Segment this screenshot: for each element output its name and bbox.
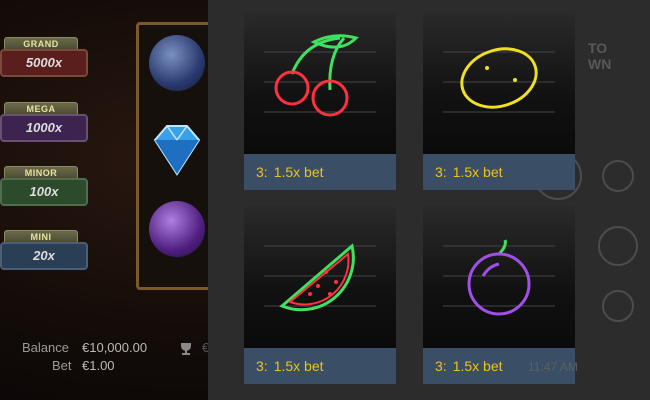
card-scene bbox=[423, 206, 575, 348]
clock-time: 11:47 AM bbox=[528, 360, 578, 374]
card-scene bbox=[423, 12, 575, 154]
ghost-button-icon bbox=[602, 160, 634, 192]
payout-count: 3: bbox=[256, 358, 268, 374]
lemon-icon bbox=[443, 47, 555, 113]
bet-label: Bet bbox=[52, 358, 72, 373]
ethereum-coin-icon bbox=[149, 201, 205, 257]
payout-amount: 1.5x bet bbox=[273, 358, 324, 374]
paytable-card-cherry: 3: 1.5x bet bbox=[244, 12, 396, 190]
payout-amount: 1.5x bet bbox=[452, 358, 503, 374]
balance-value: €10,000.00 bbox=[82, 340, 148, 355]
cherry-icon bbox=[264, 34, 376, 117]
ghost-label: TO WN bbox=[588, 40, 612, 72]
slot-reel bbox=[136, 22, 218, 290]
payout-amount: 1.5x bet bbox=[273, 164, 324, 180]
payout-count: 3: bbox=[256, 164, 268, 180]
card-scene bbox=[244, 206, 396, 348]
jackpot-minor-value: 100x bbox=[0, 178, 88, 206]
payout-amount: 1.5x bet bbox=[452, 164, 503, 180]
jackpot-grand-value: 5000x bbox=[0, 49, 88, 77]
jackpot-mega-value: 1000x bbox=[0, 114, 88, 142]
ghost-button-icon bbox=[598, 226, 638, 266]
payout-count: 3: bbox=[435, 164, 447, 180]
balance-label: Balance bbox=[22, 340, 69, 355]
paytable-card-plum: 3: 1.5x bet bbox=[423, 206, 575, 384]
diamond-icon bbox=[153, 125, 201, 176]
payout-bar: 3: 1.5x bet bbox=[244, 154, 396, 190]
ghost-button-icon bbox=[602, 290, 634, 322]
paytable-card-watermelon: 3: 1.5x bet bbox=[244, 206, 396, 384]
trophy-icon bbox=[181, 343, 191, 355]
payout-bar: 3: 1.5x bet bbox=[244, 348, 396, 384]
bet-value: €1.00 bbox=[82, 358, 115, 373]
payout-count: 3: bbox=[435, 358, 447, 374]
plum-icon bbox=[443, 239, 555, 316]
paytable-card-lemon: 3: 1.5x bet bbox=[423, 12, 575, 190]
payout-bar: 3: 1.5x bet bbox=[423, 154, 575, 190]
card-scene bbox=[244, 12, 396, 154]
jackpot-mini-value: 20x bbox=[0, 242, 88, 270]
bitcoin-coin-icon bbox=[149, 35, 205, 91]
watermelon-icon bbox=[264, 243, 376, 312]
